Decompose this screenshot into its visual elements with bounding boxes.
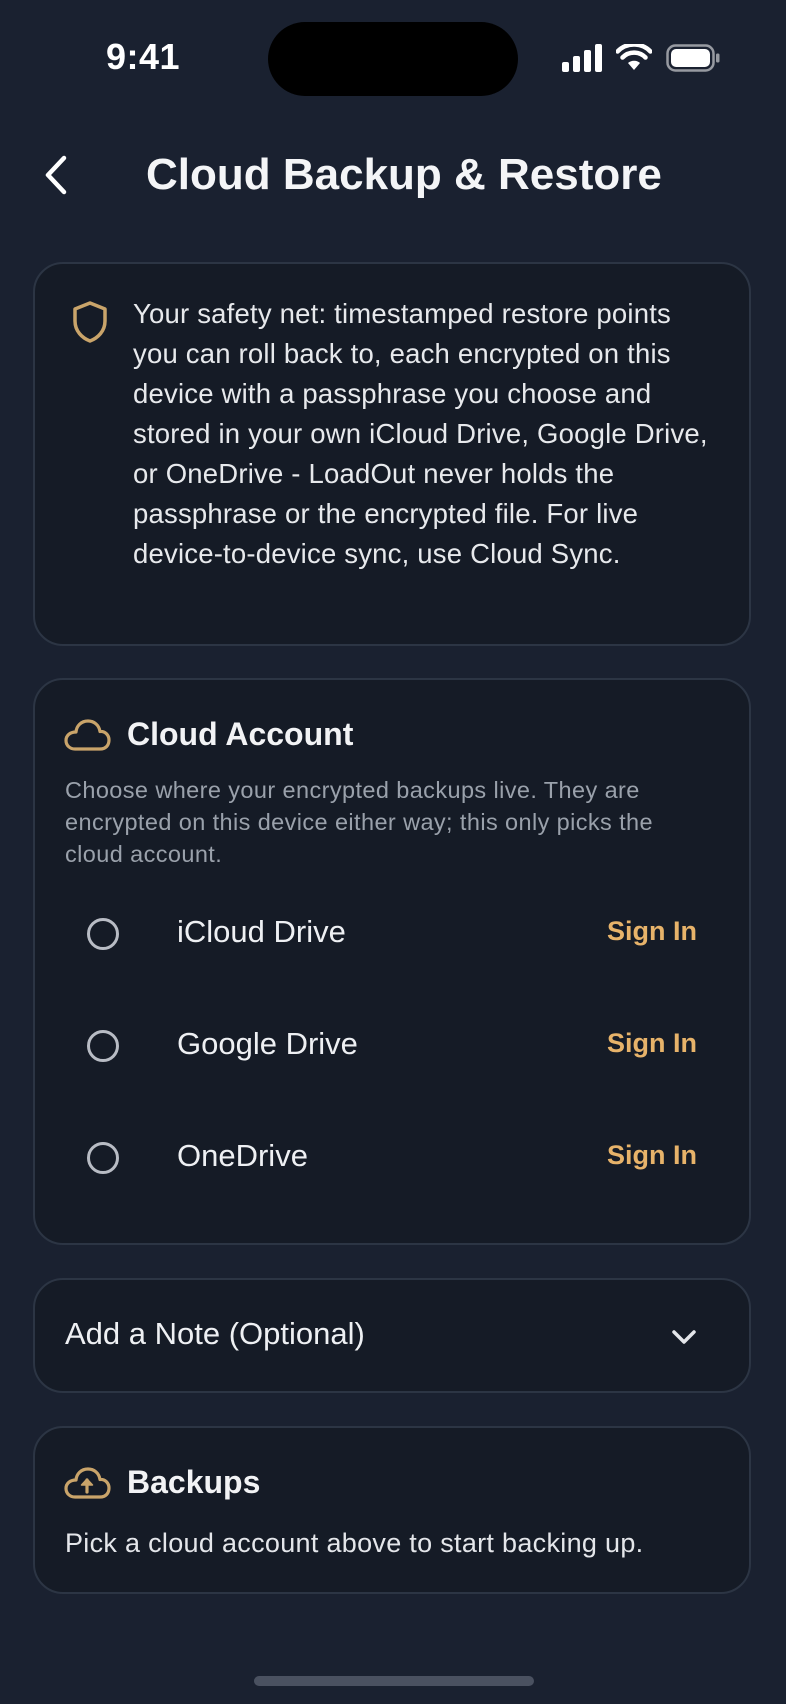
add-note-label: Add a Note (Optional) [65, 1316, 365, 1351]
status-time: 9:41 [106, 36, 181, 77]
add-note-toggle[interactable]: Add a Note (Optional) [33, 1278, 751, 1393]
sign-in-button[interactable]: Sign In [607, 1140, 697, 1171]
cellular-signal-icon [562, 44, 602, 72]
radio-button[interactable] [87, 1142, 119, 1174]
backups-card: Backups Pick a cloud account above to st… [33, 1426, 751, 1594]
battery-icon [666, 44, 720, 72]
page-title: Cloud Backup & Restore [146, 150, 662, 199]
backups-header: Backups [63, 1464, 260, 1501]
backups-title: Backups [127, 1464, 261, 1500]
status-icons [562, 40, 720, 76]
cloud-upload-icon [64, 1466, 111, 1499]
provider-row-google-drive[interactable]: Google Drive Sign In [35, 1008, 749, 1088]
sign-in-button[interactable]: Sign In [607, 1028, 697, 1059]
radio-button[interactable] [87, 1030, 119, 1062]
radio-button[interactable] [87, 918, 119, 950]
wifi-icon [616, 44, 652, 70]
cloud-account-header: Cloud Account [63, 716, 353, 753]
sign-in-button[interactable]: Sign In [607, 916, 697, 947]
chevron-down-icon [672, 1330, 696, 1344]
status-bar: 9:41 [0, 0, 786, 116]
home-indicator[interactable] [254, 1676, 534, 1686]
back-button[interactable] [30, 148, 84, 202]
provider-name: OneDrive [177, 1138, 308, 1173]
dynamic-island [268, 22, 518, 96]
shield-icon [73, 301, 107, 343]
cloud-icon [64, 718, 111, 751]
provider-row-icloud[interactable]: iCloud Drive Sign In [35, 896, 749, 976]
cloud-account-card: Cloud Account Choose where your encrypte… [33, 678, 751, 1245]
intro-text: Your safety net: timestamped restore poi… [133, 298, 708, 569]
cloud-account-title: Cloud Account [127, 716, 354, 752]
backups-description: Pick a cloud account above to start back… [65, 1528, 644, 1558]
provider-name: iCloud Drive [177, 914, 346, 949]
provider-name: Google Drive [177, 1026, 358, 1061]
cloud-account-description: Choose where your encrypted backups live… [65, 777, 653, 867]
navigation-header: Cloud Backup & Restore [0, 130, 786, 220]
intro-card: Your safety net: timestamped restore poi… [33, 262, 751, 646]
provider-row-onedrive[interactable]: OneDrive Sign In [35, 1120, 749, 1200]
chevron-left-icon [45, 155, 67, 195]
